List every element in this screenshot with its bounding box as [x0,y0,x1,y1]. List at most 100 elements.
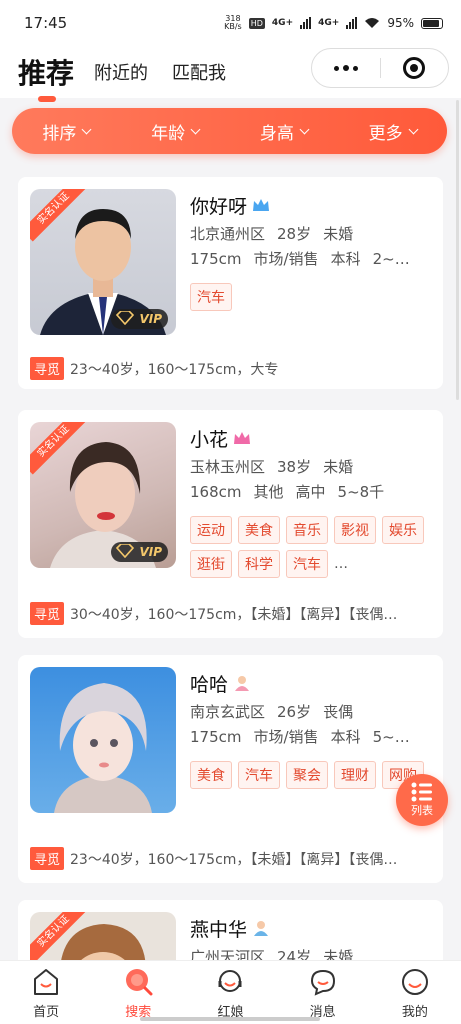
vip-badge: VIP [111,309,168,329]
chevron-down-icon [408,124,419,134]
close-program-button[interactable] [381,49,449,87]
battery-percent: 95% [387,16,414,30]
interest-tag: 聚会 [286,761,328,789]
verified-badge: 实名认证 [30,422,87,475]
seek-badge: 寻觅 [30,357,65,380]
profile-photo[interactable]: 实名认证 VIP [30,189,176,335]
crown-icon [234,432,251,444]
diamond-icon [116,311,135,325]
profile-name: 小花 [190,424,430,452]
verified-badge: 实名认证 [30,189,87,242]
profile-name: 燕中华 [190,914,430,942]
crown-icon [253,199,270,211]
status-time: 17:45 [24,14,68,32]
profile-info: 哈哈 南京玄武区 26岁 丧偶 175cm 市场/销售 本科 5~… 美食 汽车 聚会 理… [190,669,430,789]
interest-tag: 汽车 [190,283,232,311]
person-icon [254,921,269,936]
scrollbar[interactable] [456,100,459,400]
profile-detail: 175cm 市场/销售 本科 2~… [190,250,410,268]
interest-tag: 汽车 [238,761,280,789]
profile-info: 小花 玉林玉州区 38岁 未婚 168cm 其他 高中 5~8千 运动 美食 音乐 影视 … [190,424,430,578]
home-indicator[interactable] [140,1017,320,1021]
filter-more[interactable]: 更多 [369,119,419,144]
profile-detail: 168cm 其他 高中 5~8千 [190,483,385,501]
interest-tag: 汽车 [286,550,328,578]
bottom-navigation: 首页 搜索 红娘 消息 我的 [0,960,461,1024]
filter-height[interactable]: 身高 [260,119,310,144]
nav-search[interactable]: 搜索 [103,967,173,1020]
interest-tag: 影视 [334,516,376,544]
network-type-2: 4G+ [318,18,340,28]
filter-age[interactable]: 年龄 [151,119,201,144]
wifi-icon [365,18,380,28]
chevron-down-icon [81,124,92,134]
tab-match-me[interactable]: 匹配我 [172,59,226,85]
top-navigation: 推荐 附近的 匹配我 [0,46,461,102]
status-icons: 318 KB/s HD 4G+ 4G+ 95% [224,15,443,31]
profile-basic: 南京玄武区 26岁 丧偶 [190,703,354,721]
interest-tag: 音乐 [286,516,328,544]
profile-card[interactable]: 实名认证 VIP 你好呀 北京通州区 28岁 未婚 175cm 市场/销售 本科 2~… … [18,177,443,389]
message-icon [310,969,335,996]
vip-badge: VIP [111,542,168,562]
interest-tag: 逛街 [190,550,232,578]
person-icon [235,676,250,691]
profile-photo[interactable]: 实名认证 VIP [30,422,176,568]
list-view-button[interactable]: 列表 [396,774,448,826]
nav-messages[interactable]: 消息 [288,967,358,1020]
profile-photo[interactable] [30,667,176,813]
status-bar: 17:45 318 KB/s HD 4G+ 4G+ 95% [0,0,461,46]
search-icon [126,969,153,996]
profile-card[interactable]: 实名认证 VIP 小花 玉林玉州区 38岁 未婚 168cm 其他 高中 5~8千 运动 … [18,410,443,638]
seek-criteria: 寻觅 23～40岁，160～175cm，【未婚】【离异】【丧偶… [30,847,431,870]
signal-icon [300,17,312,29]
profile-name: 你好呀 [190,191,430,219]
signal-icon-2 [346,17,358,29]
chevron-down-icon [190,124,201,134]
profile-basic: 北京通州区 28岁 未婚 [190,225,354,243]
more-menu-button[interactable] [312,49,380,87]
filter-bar: 排序 年龄 身高 更多 [12,108,447,154]
network-type-1: 4G+ [271,18,294,28]
filter-sort[interactable]: 排序 [42,119,92,144]
tab-recommend[interactable]: 推荐 [18,52,74,102]
tab-nearby[interactable]: 附近的 [94,59,148,85]
profile-detail: 175cm 市场/销售 本科 5~… [190,728,410,746]
active-tab-indicator [38,96,56,102]
interest-tags: 运动 美食 音乐 影视 娱乐 逛街 科学 汽车 … [190,516,426,578]
seek-criteria: 寻觅 30～40岁，160～175cm，【未婚】【离异】【丧偶… [30,602,431,625]
interest-tag: 运动 [190,516,232,544]
profile-name: 哈哈 [190,669,430,697]
interest-tag: 科学 [238,550,280,578]
seek-badge: 寻觅 [30,602,65,625]
diamond-icon [116,544,135,558]
interest-tag: 理财 [334,761,376,789]
profile-icon [401,969,428,995]
nav-home[interactable]: 首页 [11,967,81,1020]
seek-criteria: 寻觅 23～40岁，160～175cm，大专 [30,357,431,380]
home-icon [34,969,59,995]
more-dots-icon [333,65,358,71]
chevron-down-icon [299,124,310,134]
network-speed: 318 KB/s [224,14,242,31]
interest-tag: 美食 [190,761,232,789]
nav-profile[interactable]: 我的 [380,967,450,1020]
cartoon-portrait-image [54,683,152,813]
interest-tags: 汽车 [190,283,426,311]
mini-program-capsule [311,48,449,88]
target-icon [403,57,426,79]
interest-tags: 美食 汽车 聚会 理财 网购 [190,761,426,789]
list-view-label: 列表 [411,804,433,817]
profile-info: 你好呀 北京通州区 28岁 未婚 175cm 市场/销售 本科 2~… 汽车 [190,191,430,311]
battery-icon [421,17,443,29]
list-icon [411,782,432,802]
hd-badge: HD [248,17,265,29]
verified-badge: 实名认证 [30,912,87,965]
interest-tag: 娱乐 [382,516,424,544]
profile-card[interactable]: 哈哈 南京玄武区 26岁 丧偶 175cm 市场/销售 本科 5~… 美食 汽车 聚会 理… [18,655,443,883]
more-tags-ellipsis: … [334,556,348,572]
interest-tag: 美食 [238,516,280,544]
seek-badge: 寻觅 [30,847,65,870]
nav-matchmaker[interactable]: 红娘 [195,967,265,1020]
profile-basic: 玉林玉州区 38岁 未婚 [190,458,354,476]
